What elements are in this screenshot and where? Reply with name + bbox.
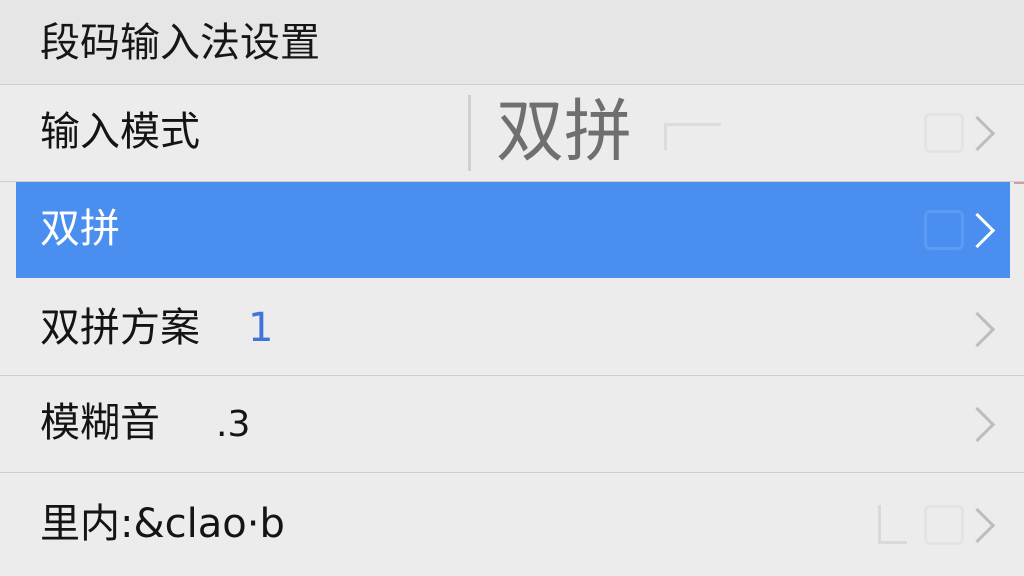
ghost-box-icon	[924, 505, 964, 545]
ghost-box-icon	[924, 113, 964, 153]
row-divider	[468, 95, 471, 171]
ghost-bracket-icon	[664, 123, 721, 150]
settings-row-fuzzy-sound[interactable]: 模糊音 .3	[0, 376, 1024, 473]
shuangpin-scheme-label: 双拼方案	[40, 305, 200, 351]
shuangpin-scheme-value: 1	[248, 305, 274, 351]
fuzzy-sound-value: .3	[216, 404, 251, 445]
right-edge-mark	[1014, 182, 1024, 184]
chevron-right-icon	[959, 212, 996, 249]
fuzzy-sound-label: 模糊音	[40, 400, 160, 446]
settings-row-input-mode[interactable]: 输入模式 双拼	[0, 85, 1024, 182]
input-mode-label: 输入模式	[40, 109, 200, 155]
chevron-right-icon	[959, 311, 996, 348]
other-label: 里内:&clao·b	[40, 501, 285, 547]
input-mode-value: 双拼	[496, 93, 633, 172]
title-bar: 段码输入法设置	[0, 0, 1024, 85]
ghost-l-icon	[878, 505, 907, 544]
chevron-right-icon	[959, 115, 996, 152]
chevron-right-icon	[959, 507, 996, 544]
settings-row-other[interactable]: 里内:&clao·b	[0, 473, 1024, 576]
chevron-right-icon	[959, 406, 996, 443]
settings-page: 段码输入法设置 输入模式 双拼 双拼 双拼方案 1 模糊音 .3 里内:&cla…	[0, 0, 1024, 576]
settings-row-shuangpin-scheme[interactable]: 双拼方案 1	[0, 279, 1024, 376]
shuangpin-label: 双拼	[40, 206, 120, 252]
right-edge-strip	[1010, 182, 1024, 278]
ghost-box-icon	[924, 210, 964, 250]
page-title: 段码输入法设置	[40, 20, 320, 66]
settings-row-shuangpin-selected[interactable]: 双拼	[16, 182, 1010, 278]
